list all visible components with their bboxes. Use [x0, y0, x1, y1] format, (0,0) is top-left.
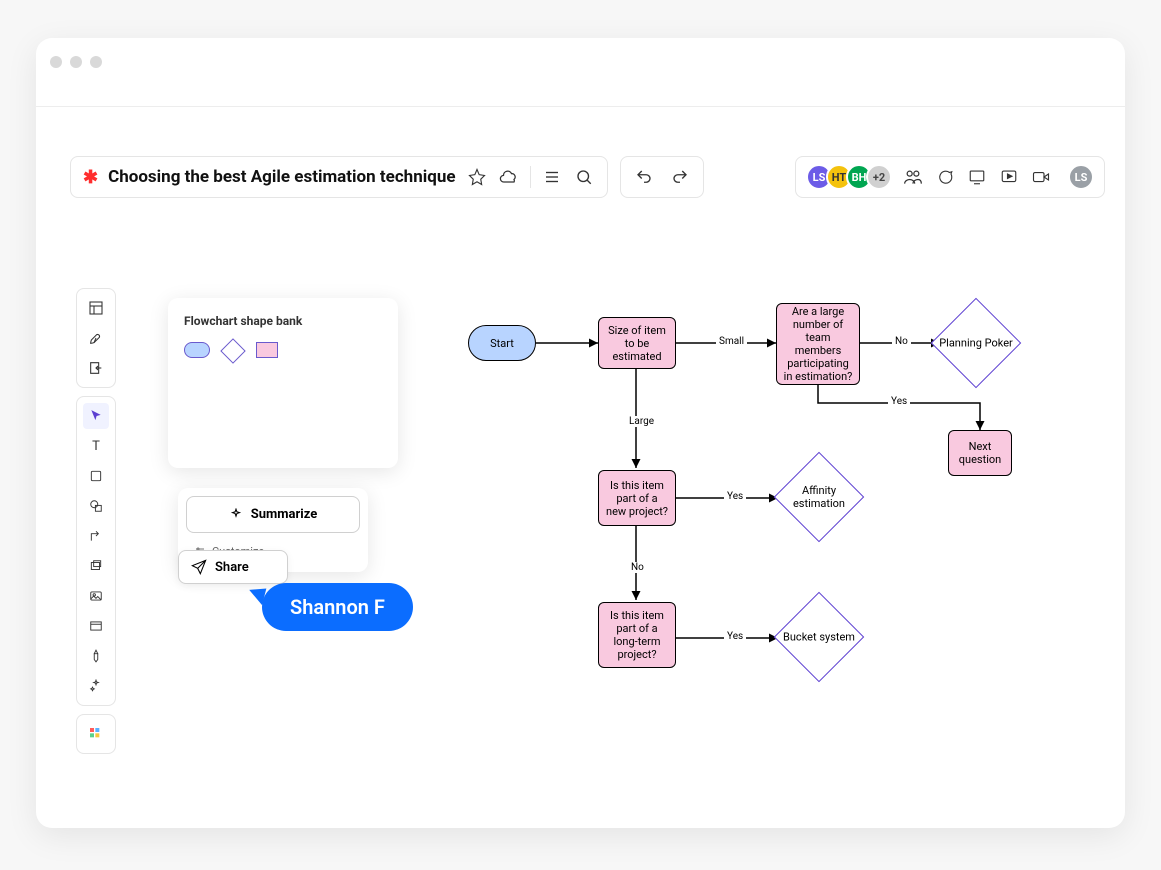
fc-newproject-node[interactable]: Is this item part of a new project? [598, 470, 676, 526]
fc-affinity-node[interactable]: Affinity estimation [774, 452, 864, 542]
fc-nextquestion-label: Next question [955, 440, 1005, 466]
fc-newproject-label: Is this item part of a new project? [605, 479, 669, 518]
fc-size-label: Size of item to be estimated [605, 324, 669, 363]
fc-planningpoker-label: Planning Poker [936, 337, 1016, 350]
fc-nextquestion-node[interactable]: Next question [948, 430, 1012, 476]
fc-longterm-node[interactable]: Is this item part of a long-term project… [598, 602, 676, 668]
edge-label-yes: Yes [888, 396, 910, 407]
edge-label-yes: Yes [724, 491, 746, 502]
fc-bucket-node[interactable]: Bucket system [774, 592, 864, 682]
fc-size-node[interactable]: Size of item to be estimated [598, 317, 676, 369]
fc-planningpoker-node[interactable]: Planning Poker [931, 298, 1021, 388]
fc-teammembers-label: Are a large number of team members parti… [783, 305, 853, 383]
fc-start-label: Start [490, 337, 514, 350]
edge-label-no: No [628, 562, 647, 573]
fc-affinity-label: Affinity estimation [779, 484, 859, 510]
fc-bucket-label: Bucket system [779, 631, 859, 644]
edge-label-no: No [892, 336, 911, 347]
browser-window: ✱ Choosing the best Agile estimation tec… [36, 38, 1125, 828]
fc-start-node[interactable]: Start [468, 325, 536, 361]
fc-teammembers-node[interactable]: Are a large number of team members parti… [776, 303, 860, 385]
fc-longterm-label: Is this item part of a long-term project… [605, 609, 669, 661]
edge-label-small: Small [716, 336, 747, 347]
edge-label-large: Large [626, 416, 657, 427]
edge-label-yes: Yes [724, 631, 746, 642]
